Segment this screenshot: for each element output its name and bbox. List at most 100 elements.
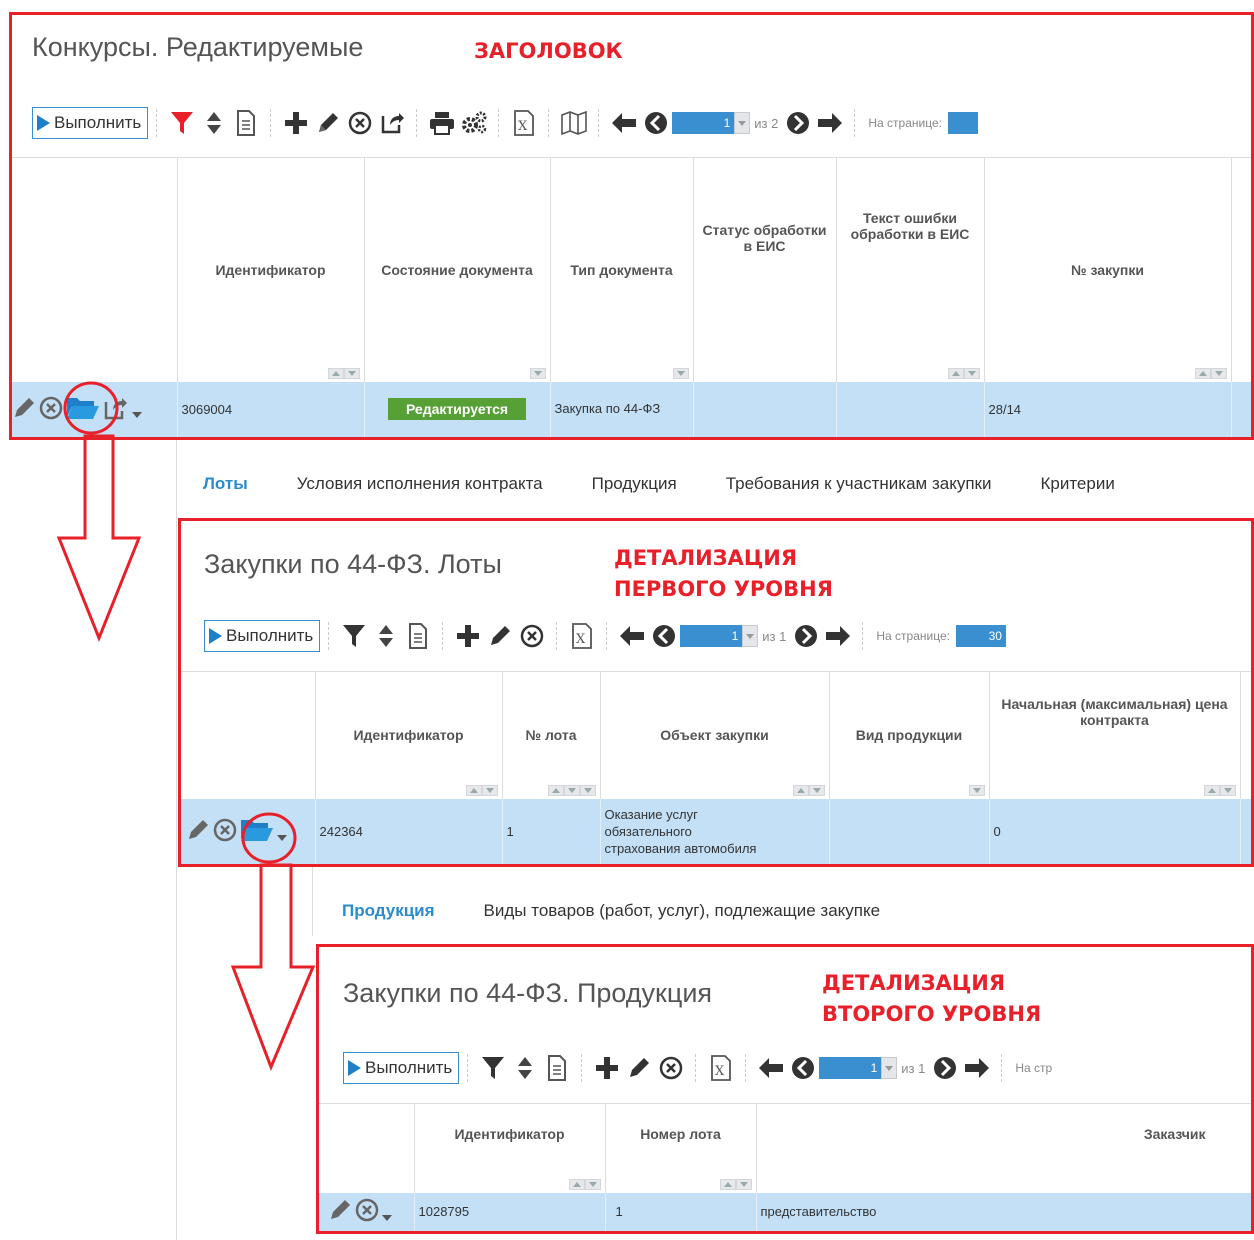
edit-icon[interactable] <box>625 1052 653 1084</box>
page-count: из 2 <box>754 115 779 131</box>
tab-goods-kinds[interactable]: Виды товаров (работ, услуг), подлежащие … <box>484 901 881 921</box>
table-row[interactable]: 3069004 Редактируется Закупка по 44-ФЗ 2… <box>12 381 1254 437</box>
arrow-left-icon[interactable] <box>757 1052 785 1084</box>
table-row[interactable]: 242364 1 Оказание услуг обязательного ст… <box>180 798 1254 865</box>
header-product-kind[interactable]: Вид продукции <box>829 671 990 799</box>
prev-page-icon[interactable] <box>642 107 670 139</box>
column-sorter[interactable] <box>568 1178 601 1190</box>
add-icon[interactable] <box>593 1052 621 1084</box>
detail-tabs-level2: Продукция Виды товаров (работ, услуг), п… <box>342 901 929 921</box>
next-page-icon[interactable] <box>792 620 820 652</box>
edit-icon[interactable] <box>328 1198 352 1225</box>
arrow-right-icon[interactable] <box>816 107 844 139</box>
sort-icon[interactable] <box>200 107 228 139</box>
filter-icon[interactable] <box>340 620 368 652</box>
dropdown-icon[interactable] <box>132 412 142 418</box>
annotation-line: ДЕТАЛИЗАЦИЯ <box>614 546 798 570</box>
annotation-level1: ДЕТАЛИЗАЦИЯ ПЕРВОГО УРОВНЯ <box>614 545 833 603</box>
document-icon[interactable] <box>232 107 260 139</box>
excel-icon[interactable]: X <box>568 620 596 652</box>
header-lot-no[interactable]: № лота <box>502 671 601 799</box>
header-doc-type[interactable]: Тип документа <box>550 157 694 382</box>
edit-icon[interactable] <box>314 107 342 139</box>
arrow-right-icon[interactable] <box>963 1052 991 1084</box>
edit-icon[interactable] <box>186 818 210 845</box>
header-purchase-no[interactable]: № закупки <box>984 157 1232 382</box>
run-button[interactable]: Выполнить <box>343 1052 460 1084</box>
column-sorter[interactable] <box>1203 784 1236 796</box>
column-filter[interactable] <box>529 367 546 379</box>
excel-icon[interactable]: X <box>510 107 538 139</box>
column-sorter[interactable] <box>547 784 596 796</box>
page-title: Конкурсы. Редактируемые <box>32 32 364 62</box>
tab-contract-conditions[interactable]: Условия исполнения контракта <box>297 474 543 494</box>
delete-icon[interactable] <box>657 1052 685 1084</box>
column-sorter[interactable] <box>792 784 825 796</box>
add-icon[interactable] <box>454 620 482 652</box>
filter-icon[interactable] <box>479 1052 507 1084</box>
header-identifier[interactable]: Идентификатор <box>177 157 365 382</box>
edit-icon[interactable] <box>486 620 514 652</box>
header-identifier[interactable]: Идентификатор <box>315 671 503 799</box>
column-sorter[interactable] <box>327 367 360 379</box>
dropdown-icon[interactable] <box>382 1214 392 1221</box>
delete-icon[interactable] <box>213 818 237 845</box>
delete-icon[interactable] <box>346 107 374 139</box>
column-sorter[interactable] <box>719 1178 752 1190</box>
separator <box>745 1054 747 1082</box>
cell-lot-no: 1 <box>605 1192 757 1231</box>
export-icon[interactable] <box>378 107 406 139</box>
tab-products[interactable]: Продукция <box>592 474 677 494</box>
excel-icon[interactable]: X <box>707 1052 735 1084</box>
page-dropdown[interactable] <box>734 112 751 134</box>
map-icon[interactable] <box>560 107 588 139</box>
column-sorter[interactable] <box>1194 367 1227 379</box>
delete-icon[interactable] <box>39 396 63 423</box>
arrow-right-icon[interactable] <box>824 620 852 652</box>
settings-icon[interactable] <box>460 107 488 139</box>
highlight-circle <box>241 812 297 864</box>
column-sorter[interactable] <box>465 784 498 796</box>
tab-criteria[interactable]: Критерии <box>1040 474 1114 494</box>
next-page-icon[interactable] <box>784 107 812 139</box>
arrow-left-icon[interactable] <box>610 107 638 139</box>
tab-requirements[interactable]: Требования к участникам закупки <box>726 474 992 494</box>
tab-lots[interactable]: Лоты <box>203 474 248 494</box>
header-customer[interactable]: Заказчик <box>756 1103 1254 1193</box>
filter-icon[interactable] <box>168 107 196 139</box>
delete-icon[interactable] <box>355 1198 379 1225</box>
column-sorter[interactable] <box>947 367 980 379</box>
delete-icon[interactable] <box>518 620 546 652</box>
prev-page-icon[interactable] <box>650 620 678 652</box>
tab-products[interactable]: Продукция <box>342 901 435 921</box>
header-eis-status[interactable]: Статус обработки в ЕИС <box>693 157 837 382</box>
page-number-input[interactable]: 1 <box>819 1057 882 1079</box>
page-number-input[interactable]: 1 <box>672 112 735 134</box>
arrow-left-icon[interactable] <box>618 620 646 652</box>
per-page-input[interactable] <box>947 112 978 134</box>
column-filter[interactable] <box>968 784 985 796</box>
header-lot-no[interactable]: Номер лота <box>605 1103 757 1193</box>
header-doc-state[interactable]: Состояние документа <box>364 157 551 382</box>
page-dropdown[interactable] <box>881 1057 898 1079</box>
add-icon[interactable] <box>282 107 310 139</box>
print-icon[interactable] <box>428 107 456 139</box>
header-eis-error[interactable]: Текст ошибки обработки в ЕИС <box>836 157 985 382</box>
page-number-input[interactable]: 1 <box>680 625 743 647</box>
header-identifier[interactable]: Идентификатор <box>414 1103 606 1193</box>
next-page-icon[interactable] <box>931 1052 959 1084</box>
document-icon[interactable] <box>404 620 432 652</box>
column-filter[interactable] <box>672 367 689 379</box>
header-price[interactable]: Начальная (максимальная) цена контракта <box>989 671 1241 799</box>
run-button[interactable]: Выполнить <box>32 107 149 139</box>
sort-icon[interactable] <box>372 620 400 652</box>
table-row[interactable]: 1028795 1 представительство <box>318 1192 1254 1231</box>
per-page-input[interactable]: 30 <box>955 625 1006 647</box>
edit-icon[interactable] <box>12 396 36 423</box>
run-button[interactable]: Выполнить <box>204 620 321 652</box>
sort-icon[interactable] <box>511 1052 539 1084</box>
prev-page-icon[interactable] <box>789 1052 817 1084</box>
header-object[interactable]: Объект закупки <box>600 671 830 799</box>
document-icon[interactable] <box>543 1052 571 1084</box>
page-dropdown[interactable] <box>742 625 759 647</box>
